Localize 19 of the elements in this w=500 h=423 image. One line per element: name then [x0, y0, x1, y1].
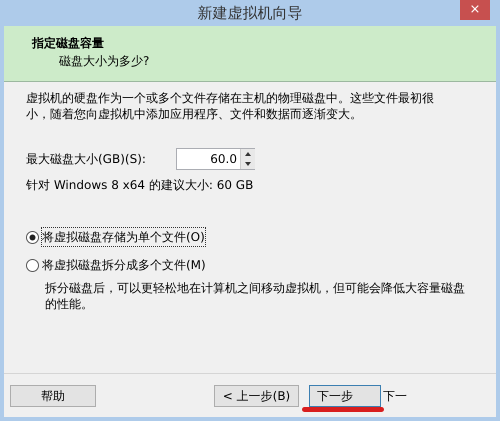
close-button[interactable]: ×: [460, 0, 490, 20]
option-note: 拆分磁盘后，可以更轻松地在计算机之间移动虚拟机，但可能会降低大容量磁盘的性能。: [44, 280, 466, 312]
help-button[interactable]: 帮助: [10, 384, 96, 406]
next-button[interactable]: 下一步: [309, 384, 381, 406]
radio-button[interactable]: [26, 258, 39, 272]
header-title: 指定磁盘容量: [32, 35, 105, 52]
radio-label[interactable]: 将虚拟磁盘拆分成多个文件(M): [42, 256, 206, 274]
overlapping-text: 下一: [383, 388, 407, 404]
spin-up-icon[interactable]: [241, 149, 255, 159]
description-text: 虚拟机的硬盘作为一个或多个文件存储在主机的物理磁盘中。这些文件最初很小，随着您向虚拟机中添加应用程序、文件和数据而逐渐变大。: [26, 90, 435, 122]
disk-size-label: 最大磁盘大小(GB)(S):: [26, 151, 147, 168]
back-button[interactable]: < 上一步(B): [214, 384, 299, 406]
radio-label[interactable]: 将虚拟磁盘存储为单个文件(O): [42, 228, 205, 246]
disk-size-spinbox[interactable]: 60.0: [176, 148, 255, 170]
radio-button[interactable]: [26, 230, 39, 244]
header-subtitle: 磁盘大小为多少?: [58, 53, 150, 70]
window-title: 新建虚拟机向导: [198, 2, 302, 24]
spin-down-icon[interactable]: [241, 159, 255, 169]
recommendation-text: 针对 Windows 8 x64 的建议大小: 60 GB: [26, 177, 254, 194]
